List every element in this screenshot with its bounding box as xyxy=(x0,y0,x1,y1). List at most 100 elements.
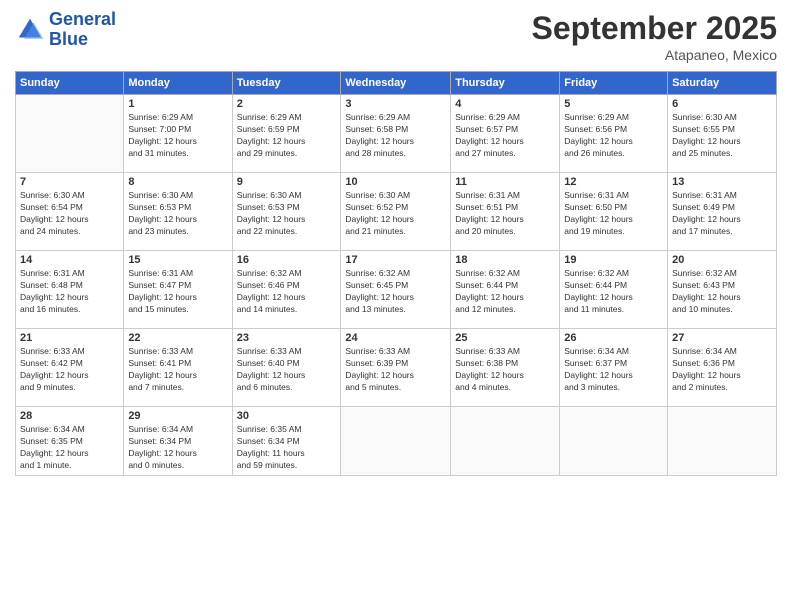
day-number: 26 xyxy=(564,332,663,344)
day-info: Sunrise: 6:34 AM Sunset: 6:35 PM Dayligh… xyxy=(20,424,119,472)
logo-line1: General xyxy=(49,10,116,30)
day-number: 10 xyxy=(345,176,446,188)
calendar-cell: 23Sunrise: 6:33 AM Sunset: 6:40 PM Dayli… xyxy=(232,329,341,407)
calendar-cell: 2 Sunrise: 6:29 AM Sunset: 6:59 PM Daylig… xyxy=(232,95,341,173)
day-number: 23 xyxy=(237,332,337,344)
day-number: 4 xyxy=(455,98,555,110)
calendar-cell: 30 Sunrise: 6:35 AM Sunset: 6:34 PM Dayli… xyxy=(232,407,341,476)
calendar-cell: 5Sunrise: 6:29 AM Sunset: 6:56 PM Daylig… xyxy=(560,95,668,173)
calendar-week-1: 1Sunrise: 6:29 AM Sunset: 7:00 PM Daylig… xyxy=(16,95,777,173)
calendar-cell xyxy=(560,407,668,476)
calendar-cell: 13Sunrise: 6:31 AM Sunset: 6:49 PM Dayli… xyxy=(668,173,777,251)
month-title: September 2025 xyxy=(532,10,777,47)
calendar-cell: 20 Sunrise: 6:32 AM Sunset: 6:43 PM Dayli… xyxy=(668,251,777,329)
calendar-week-5: 28 Sunrise: 6:34 AM Sunset: 6:35 PM Dayli… xyxy=(16,407,777,476)
day-info: Sunrise: 6:32 AM Sunset: 6:44 PM Dayligh… xyxy=(455,268,555,316)
logo-icon xyxy=(15,15,45,45)
day-number: 27 xyxy=(672,332,772,344)
logo-line2: Blue xyxy=(49,30,116,50)
col-header-friday: Friday xyxy=(560,72,668,95)
day-number: 11 xyxy=(455,176,555,188)
day-number: 13 xyxy=(672,176,772,188)
day-info: Sunrise: 6:31 AM Sunset: 6:48 PM Dayligh… xyxy=(20,268,119,316)
calendar-cell: 25 Sunrise: 6:33 AM Sunset: 6:38 PM Dayli… xyxy=(451,329,560,407)
calendar-cell: 28 Sunrise: 6:34 AM Sunset: 6:35 PM Dayli… xyxy=(16,407,124,476)
day-number: 14 xyxy=(20,254,119,266)
day-number: 18 xyxy=(455,254,555,266)
subtitle: Atapaneo, Mexico xyxy=(532,47,777,63)
col-header-thursday: Thursday xyxy=(451,72,560,95)
day-info: Sunrise: 6:33 AM Sunset: 6:42 PM Dayligh… xyxy=(20,346,119,394)
day-number: 12 xyxy=(564,176,663,188)
day-info: Sunrise: 6:31 AM Sunset: 6:47 PM Dayligh… xyxy=(128,268,227,316)
calendar-table: SundayMondayTuesdayWednesdayThursdayFrid… xyxy=(15,71,777,476)
day-number: 20 xyxy=(672,254,772,266)
calendar-week-3: 14 Sunrise: 6:31 AM Sunset: 6:48 PM Dayli… xyxy=(16,251,777,329)
day-number: 24 xyxy=(345,332,446,344)
day-info: Sunrise: 6:33 AM Sunset: 6:41 PM Dayligh… xyxy=(128,346,227,394)
day-number: 7 xyxy=(20,176,119,188)
calendar-cell: 6 Sunrise: 6:30 AM Sunset: 6:55 PM Daylig… xyxy=(668,95,777,173)
logo-text: General Blue xyxy=(49,10,116,50)
day-number: 17 xyxy=(345,254,446,266)
day-number: 25 xyxy=(455,332,555,344)
day-info: Sunrise: 6:33 AM Sunset: 6:38 PM Dayligh… xyxy=(455,346,555,394)
day-number: 9 xyxy=(237,176,337,188)
calendar-week-2: 7Sunrise: 6:30 AM Sunset: 6:54 PM Daylig… xyxy=(16,173,777,251)
day-number: 6 xyxy=(672,98,772,110)
calendar-cell: 7Sunrise: 6:30 AM Sunset: 6:54 PM Daylig… xyxy=(16,173,124,251)
day-info: Sunrise: 6:32 AM Sunset: 6:44 PM Dayligh… xyxy=(564,268,663,316)
calendar-cell: 8 Sunrise: 6:30 AM Sunset: 6:53 PM Daylig… xyxy=(124,173,232,251)
day-info: Sunrise: 6:30 AM Sunset: 6:55 PM Dayligh… xyxy=(672,112,772,160)
day-number: 8 xyxy=(128,176,227,188)
calendar-cell: 1Sunrise: 6:29 AM Sunset: 7:00 PM Daylig… xyxy=(124,95,232,173)
calendar-cell: 21 Sunrise: 6:33 AM Sunset: 6:42 PM Dayli… xyxy=(16,329,124,407)
calendar-header-row: SundayMondayTuesdayWednesdayThursdayFrid… xyxy=(16,72,777,95)
day-info: Sunrise: 6:29 AM Sunset: 6:59 PM Dayligh… xyxy=(237,112,337,160)
day-info: Sunrise: 6:31 AM Sunset: 6:50 PM Dayligh… xyxy=(564,190,663,238)
day-number: 15 xyxy=(128,254,227,266)
calendar-cell: 24Sunrise: 6:33 AM Sunset: 6:39 PM Dayli… xyxy=(341,329,451,407)
calendar-cell: 19Sunrise: 6:32 AM Sunset: 6:44 PM Dayli… xyxy=(560,251,668,329)
calendar-cell xyxy=(451,407,560,476)
calendar-cell: 16Sunrise: 6:32 AM Sunset: 6:46 PM Dayli… xyxy=(232,251,341,329)
col-header-wednesday: Wednesday xyxy=(341,72,451,95)
day-info: Sunrise: 6:29 AM Sunset: 6:58 PM Dayligh… xyxy=(345,112,446,160)
calendar-cell: 10Sunrise: 6:30 AM Sunset: 6:52 PM Dayli… xyxy=(341,173,451,251)
col-header-monday: Monday xyxy=(124,72,232,95)
day-number: 1 xyxy=(128,98,227,110)
calendar-cell: 9Sunrise: 6:30 AM Sunset: 6:53 PM Daylig… xyxy=(232,173,341,251)
col-header-tuesday: Tuesday xyxy=(232,72,341,95)
calendar-cell: 27 Sunrise: 6:34 AM Sunset: 6:36 PM Dayli… xyxy=(668,329,777,407)
calendar-cell: 3Sunrise: 6:29 AM Sunset: 6:58 PM Daylig… xyxy=(341,95,451,173)
calendar-cell: 4 Sunrise: 6:29 AM Sunset: 6:57 PM Daylig… xyxy=(451,95,560,173)
calendar-cell: 18 Sunrise: 6:32 AM Sunset: 6:44 PM Dayli… xyxy=(451,251,560,329)
day-info: Sunrise: 6:35 AM Sunset: 6:34 PM Dayligh… xyxy=(237,424,337,472)
calendar-cell: 29Sunrise: 6:34 AM Sunset: 6:34 PM Dayli… xyxy=(124,407,232,476)
day-number: 28 xyxy=(20,410,119,422)
calendar-cell: 22 Sunrise: 6:33 AM Sunset: 6:41 PM Dayli… xyxy=(124,329,232,407)
logo: General Blue xyxy=(15,10,116,50)
day-number: 2 xyxy=(237,98,337,110)
day-info: Sunrise: 6:34 AM Sunset: 6:36 PM Dayligh… xyxy=(672,346,772,394)
day-info: Sunrise: 6:32 AM Sunset: 6:43 PM Dayligh… xyxy=(672,268,772,316)
calendar-cell: 11 Sunrise: 6:31 AM Sunset: 6:51 PM Dayli… xyxy=(451,173,560,251)
calendar-cell: 15 Sunrise: 6:31 AM Sunset: 6:47 PM Dayli… xyxy=(124,251,232,329)
day-info: Sunrise: 6:29 AM Sunset: 6:57 PM Dayligh… xyxy=(455,112,555,160)
day-number: 30 xyxy=(237,410,337,422)
day-info: Sunrise: 6:31 AM Sunset: 6:51 PM Dayligh… xyxy=(455,190,555,238)
day-number: 22 xyxy=(128,332,227,344)
day-number: 16 xyxy=(237,254,337,266)
day-info: Sunrise: 6:29 AM Sunset: 6:56 PM Dayligh… xyxy=(564,112,663,160)
calendar-week-4: 21 Sunrise: 6:33 AM Sunset: 6:42 PM Dayli… xyxy=(16,329,777,407)
day-info: Sunrise: 6:34 AM Sunset: 6:34 PM Dayligh… xyxy=(128,424,227,472)
header: General Blue September 2025 Atapaneo, Me… xyxy=(15,10,777,63)
calendar-cell xyxy=(341,407,451,476)
calendar-cell: 26Sunrise: 6:34 AM Sunset: 6:37 PM Dayli… xyxy=(560,329,668,407)
calendar-cell: 17Sunrise: 6:32 AM Sunset: 6:45 PM Dayli… xyxy=(341,251,451,329)
col-header-saturday: Saturday xyxy=(668,72,777,95)
day-number: 21 xyxy=(20,332,119,344)
calendar-cell: 14 Sunrise: 6:31 AM Sunset: 6:48 PM Dayli… xyxy=(16,251,124,329)
day-info: Sunrise: 6:30 AM Sunset: 6:53 PM Dayligh… xyxy=(128,190,227,238)
calendar-cell xyxy=(668,407,777,476)
